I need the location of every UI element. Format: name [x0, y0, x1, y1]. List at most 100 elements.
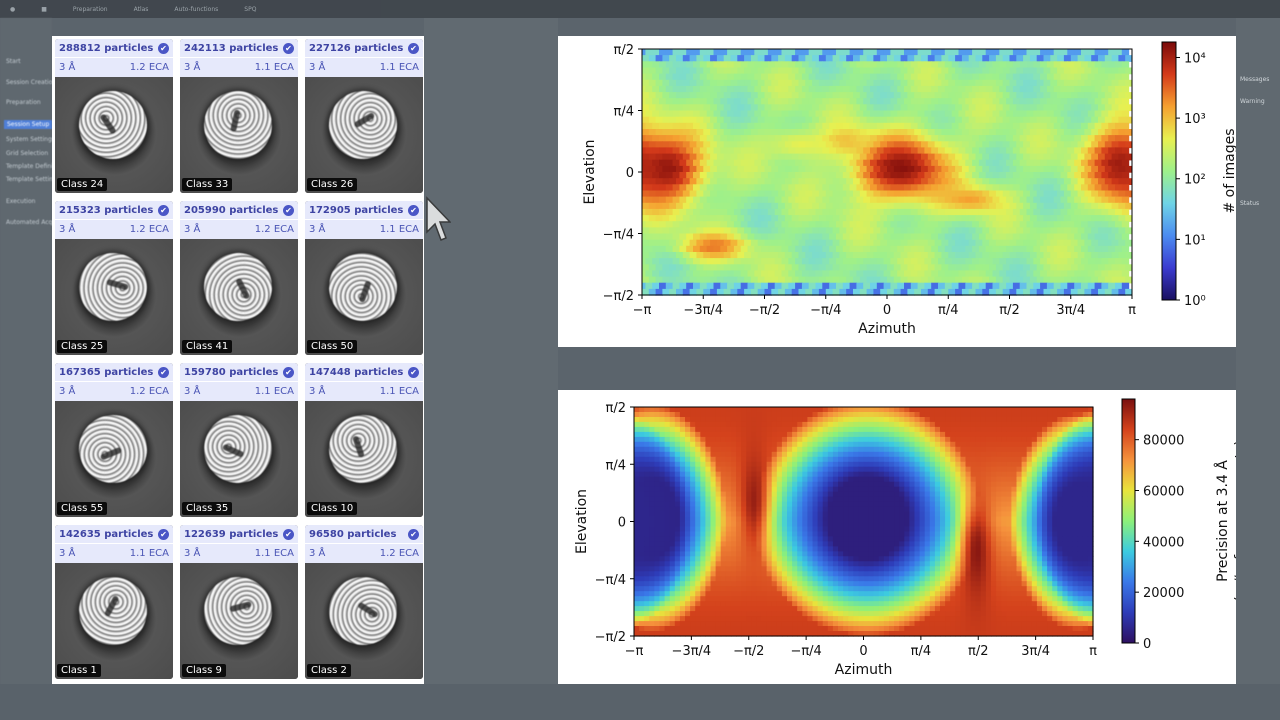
orientation-bin [822, 61, 830, 69]
particle-count: 205990 particles [184, 204, 279, 216]
precision-bin [1016, 451, 1023, 458]
check-icon[interactable]: ✔ [283, 366, 294, 378]
check-icon[interactable]: ✔ [158, 528, 169, 540]
orientation-bin [825, 92, 834, 99]
orientation-bin [665, 196, 674, 204]
workflow-step[interactable]: Execution [6, 198, 35, 205]
precision-bin [955, 451, 961, 458]
precision-bin [1057, 486, 1063, 493]
class-card[interactable]: 147448 particles ✔ 3 Å 1.1 ECA Class 10 [305, 363, 423, 517]
class-card[interactable]: 242113 particles ✔ 3 Å 1.1 ECA Class 33 [180, 39, 298, 193]
orientation-bin [648, 276, 657, 284]
orientation-bin [1036, 55, 1045, 62]
precision-bin [889, 481, 895, 488]
precision-bin [965, 421, 972, 428]
orientation-bin [934, 104, 942, 112]
workflow-step[interactable]: Start [6, 58, 21, 65]
top-menu-bar: ● ■ Preparation Atlas Auto-functions SPQ [0, 0, 1280, 18]
class-card[interactable]: 215323 particles ✔ 3 Å 1.2 ECA Class 25 [55, 201, 173, 355]
precision-bin [1082, 476, 1089, 483]
precision-bin [741, 441, 747, 448]
check-icon[interactable]: ✔ [283, 42, 294, 54]
particle-count: 159780 particles [184, 366, 279, 378]
precision-bin [924, 481, 931, 488]
workflow-step[interactable]: Preparation [6, 99, 41, 106]
tab-auto-functions[interactable]: Auto-functions [174, 6, 218, 13]
orientation-bin [1019, 147, 1028, 155]
orientation-bin [897, 184, 905, 192]
orientation-bin [849, 98, 857, 105]
orientation-bin [961, 67, 970, 75]
precision-bin [914, 407, 921, 413]
orientation-bin [1060, 233, 1068, 241]
tab-spq[interactable]: SPQ [244, 6, 256, 13]
orientation-bin [992, 49, 1000, 56]
workflow-step[interactable]: System Settings [6, 136, 55, 143]
class-card[interactable]: 227126 particles ✔ 3 Å 1.1 ECA Class 26 [305, 39, 423, 193]
orientation-colorbar-tick-label: 10⁴ [1184, 51, 1206, 66]
orientation-bin [801, 208, 810, 216]
orientation-bin [761, 233, 769, 241]
workflow-step[interactable]: Session Creation [6, 79, 56, 86]
orientation-bin [1019, 184, 1028, 192]
precision-bin [736, 506, 742, 513]
check-icon[interactable]: ✔ [283, 528, 294, 540]
tab-preparation[interactable]: Preparation [73, 6, 108, 13]
precision-bin [1082, 426, 1089, 433]
orientation-bin [737, 153, 745, 161]
orientation-bin [1033, 172, 1041, 179]
orientation-bin [693, 85, 701, 93]
class-card[interactable]: 122639 particles ✔ 3 Å 1.1 ECA Class 9 [180, 525, 298, 679]
precision-bin [746, 501, 752, 508]
check-icon[interactable]: ✔ [408, 204, 419, 216]
class-card[interactable]: 167365 particles ✔ 3 Å 1.2 ECA Class 55 [55, 363, 173, 517]
orientation-bin [1070, 202, 1079, 210]
check-icon[interactable]: ✔ [283, 204, 294, 216]
orientation-colorbar-label: # of images [1222, 128, 1236, 213]
orientation-bin [720, 196, 728, 204]
class-card[interactable]: 159780 particles ✔ 3 Å 1.1 ECA Class 35 [180, 363, 298, 517]
precision-bin [838, 436, 844, 443]
app-dot-icon[interactable]: ● [10, 6, 15, 13]
orientation-bin [914, 79, 922, 87]
orientation-bin [815, 233, 823, 241]
orientation-bin [1101, 172, 1109, 179]
class-card[interactable]: 288812 particles ✔ 3 Å 1.2 ECA Class 24 [55, 39, 173, 193]
precision-bin [812, 481, 819, 488]
orientation-bin [781, 122, 789, 130]
check-icon[interactable]: ✔ [408, 42, 419, 54]
check-icon[interactable]: ✔ [408, 366, 419, 378]
orientation-bin [924, 208, 932, 216]
check-icon[interactable]: ✔ [158, 366, 169, 378]
precision-bin [1062, 451, 1069, 458]
tab-atlas[interactable]: Atlas [134, 6, 149, 13]
orientation-bin [1033, 159, 1041, 167]
orientation-bin [849, 208, 857, 216]
check-icon[interactable]: ✔ [408, 528, 419, 540]
orientation-bin [1053, 282, 1062, 290]
orientation-bin [890, 73, 898, 81]
workflow-step[interactable]: Grid Selection [6, 150, 48, 157]
precision-bin [827, 456, 834, 463]
orientation-bin [1026, 208, 1034, 216]
orientation-bin [744, 252, 752, 259]
precision-bin [649, 436, 655, 443]
precision-bin [1072, 451, 1079, 458]
orientation-bin [938, 73, 946, 81]
orientation-bin [1104, 104, 1113, 112]
check-icon[interactable]: ✔ [158, 42, 169, 54]
class-card[interactable]: 142635 particles ✔ 3 Å 1.1 ECA Class 1 [55, 525, 173, 679]
orientation-bin [757, 264, 766, 272]
orientation-bin [805, 252, 813, 259]
class-card[interactable]: 96580 particles ✔ 3 Å 1.2 ECA Class 2 [305, 525, 423, 679]
orientation-bin [1074, 73, 1082, 81]
precision-bin [797, 491, 803, 498]
precision-bin [838, 506, 844, 513]
orientation-bin [723, 276, 732, 284]
workflow-step[interactable]: Session Setup [4, 120, 53, 129]
class-card[interactable]: 205990 particles ✔ 3 Å 1.2 ECA Class 41 [180, 201, 298, 355]
check-icon[interactable]: ✔ [158, 204, 169, 216]
precision-bin [802, 441, 808, 448]
class-card[interactable]: 172905 particles ✔ 3 Å 1.1 ECA Class 50 [305, 201, 423, 355]
precision-bin [644, 471, 650, 478]
